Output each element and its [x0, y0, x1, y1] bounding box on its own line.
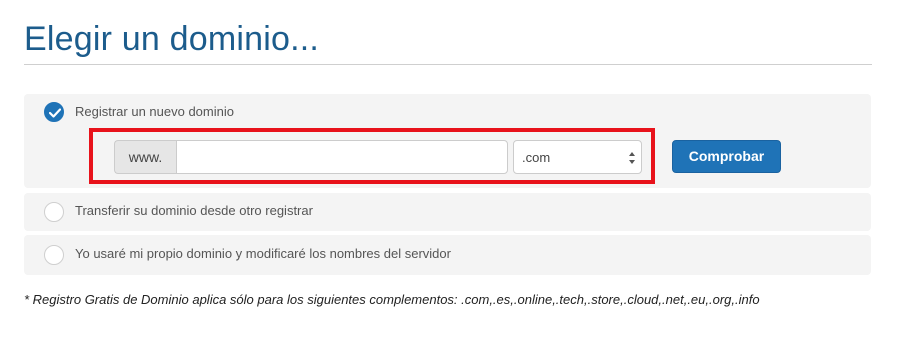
- option-label[interactable]: Registrar un nuevo dominio: [75, 104, 234, 119]
- radio-transfer-domain[interactable]: [44, 202, 64, 222]
- www-prefix: www.: [114, 140, 176, 174]
- option-label[interactable]: Yo usaré mi propio dominio y modificaré …: [75, 246, 451, 261]
- domain-input[interactable]: [176, 140, 508, 174]
- footnote-free-domain: * Registro Gratis de Dominio aplica sólo…: [24, 292, 760, 307]
- option-transfer-domain[interactable]: Transferir su dominio desde otro registr…: [24, 193, 871, 231]
- tld-selected-value: .com: [522, 150, 551, 165]
- radio-use-own-domain[interactable]: [44, 245, 64, 265]
- page-title: Elegir un dominio...: [24, 20, 320, 58]
- option-label[interactable]: Transferir su dominio desde otro registr…: [75, 203, 313, 218]
- radio-register-new-domain[interactable]: [44, 102, 64, 122]
- title-divider: [24, 64, 872, 65]
- tld-select[interactable]: .com: [513, 140, 642, 174]
- checkmark-icon: [49, 108, 61, 118]
- option-use-own-domain[interactable]: Yo usaré mi propio dominio y modificaré …: [24, 235, 871, 275]
- select-arrows-icon: [629, 152, 635, 164]
- check-domain-button[interactable]: Comprobar: [672, 140, 781, 173]
